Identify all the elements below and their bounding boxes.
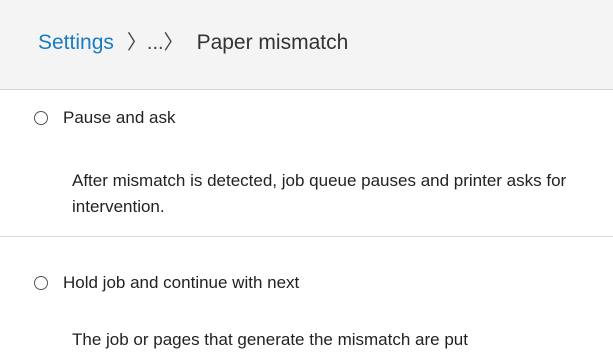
option-hold-job-and-continue: Hold job and continue with next The job …	[0, 237, 613, 352]
option-description: After mismatch is detected, job queue pa…	[72, 171, 567, 216]
header-bar: Settings 〉...〉 Paper mismatch	[0, 0, 613, 90]
radio-hold-job-and-continue[interactable]	[34, 276, 48, 290]
radio-pause-and-ask[interactable]	[34, 111, 48, 125]
breadcrumb: Settings 〉...〉 Paper mismatch	[38, 30, 348, 56]
breadcrumb-settings-link[interactable]: Settings	[38, 30, 114, 56]
option-label: Pause and ask	[63, 108, 176, 127]
option-label: Hold job and continue with next	[63, 273, 300, 292]
paper-mismatch-screen: Settings 〉...〉 Paper mismatch Pause and …	[0, 0, 613, 352]
option-pause-and-ask: Pause and ask After mismatch is detected…	[0, 90, 613, 236]
option-hold-job-row[interactable]: Hold job and continue with next	[34, 273, 299, 293]
breadcrumb-separator: 〉...〉	[126, 32, 184, 54]
option-description: The job or pages that generate the misma…	[72, 330, 468, 349]
option-pause-and-ask-row[interactable]: Pause and ask	[34, 108, 175, 128]
page-title: Paper mismatch	[196, 31, 349, 54]
